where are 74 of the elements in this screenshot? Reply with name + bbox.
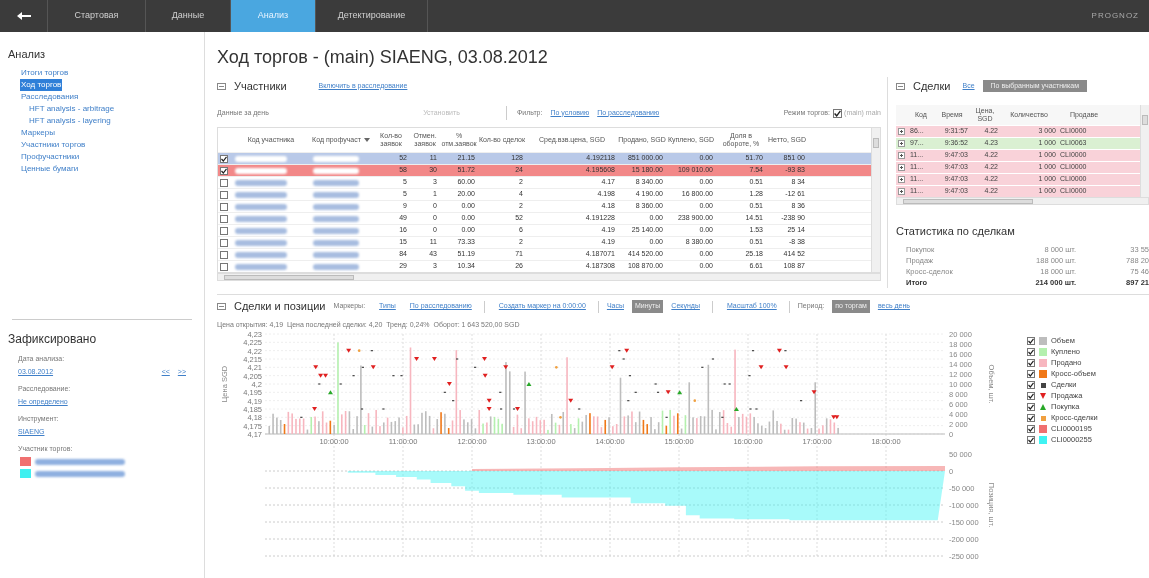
sidebar-item[interactable]: Участники торгов <box>20 138 87 151</box>
redacted-text <box>313 227 359 234</box>
page-title: Ход торгов - (main) SIAENG, 03.08.2012 <box>217 46 549 69</box>
sidebar-item[interactable]: Итоги торгов <box>20 66 70 79</box>
sidebar-item[interactable]: Ценные бумаги <box>20 162 80 175</box>
nav-tab[interactable]: Детектирование <box>316 0 428 32</box>
section-title: Статистика по сделкам <box>896 224 1016 239</box>
checkbox[interactable] <box>1027 381 1035 389</box>
redacted-text <box>235 179 287 186</box>
checkbox[interactable] <box>220 250 228 259</box>
expand-icon[interactable] <box>898 164 905 171</box>
panel-title: Сделки и позиции <box>234 299 326 315</box>
expand-icon[interactable] <box>898 152 905 159</box>
redacted-text <box>235 263 287 270</box>
redacted-text <box>313 179 359 186</box>
redacted-text <box>235 215 287 222</box>
expand-icon[interactable] <box>898 188 905 195</box>
brand-name: PROGNOZ <box>1091 10 1140 22</box>
redacted-text <box>235 155 287 162</box>
checkbox[interactable] <box>1027 337 1035 345</box>
sidebar-item[interactable]: HFT analysis - layering <box>28 114 112 127</box>
nav-tab[interactable]: Стартовая <box>48 0 146 32</box>
sidebar-item[interactable]: Расследования <box>20 90 80 103</box>
sidebar-item[interactable]: Ход торгов <box>20 78 63 91</box>
redacted-text <box>313 263 359 270</box>
checkbox[interactable] <box>1027 403 1035 411</box>
collapse-icon[interactable] <box>217 303 226 310</box>
panel-title: Участники <box>234 78 287 94</box>
checkbox[interactable] <box>1027 392 1035 400</box>
redacted-text <box>235 167 287 174</box>
checkbox[interactable] <box>1027 348 1035 356</box>
redacted-text <box>235 251 287 258</box>
checkbox[interactable] <box>220 154 228 163</box>
collapse-icon[interactable] <box>896 82 905 90</box>
scrollbar[interactable] <box>896 197 1149 205</box>
scrollbar[interactable] <box>871 128 880 272</box>
checkbox[interactable] <box>220 262 228 271</box>
redacted-text <box>313 239 359 246</box>
checkbox[interactable] <box>1027 359 1035 367</box>
redacted-text <box>313 155 359 162</box>
expand-icon[interactable] <box>898 140 905 147</box>
redacted-text <box>235 203 287 210</box>
expand-icon[interactable] <box>898 176 905 183</box>
checkbox[interactable] <box>220 226 228 235</box>
redacted-text <box>313 203 359 210</box>
redacted-text <box>313 191 359 198</box>
redacted-text <box>235 239 287 246</box>
checkbox[interactable] <box>1027 370 1035 378</box>
redacted-text <box>313 215 359 222</box>
sidebar-item[interactable]: Профучастники <box>20 150 81 163</box>
back-arrow-icon <box>16 12 31 20</box>
checkbox[interactable] <box>220 190 228 199</box>
checkbox[interactable] <box>1027 425 1035 433</box>
redacted-text <box>313 251 359 258</box>
checkbox[interactable] <box>220 238 228 247</box>
panel-title: Сделки <box>913 78 951 94</box>
collapse-icon[interactable] <box>217 82 226 90</box>
checkbox[interactable] <box>220 178 228 187</box>
redacted-text <box>235 191 287 198</box>
checkbox[interactable] <box>220 214 228 223</box>
sidebar-title: Анализ <box>8 47 47 62</box>
redacted-text <box>235 227 287 234</box>
scrollbar[interactable] <box>1140 105 1149 197</box>
checkbox[interactable] <box>833 108 843 118</box>
checkbox[interactable] <box>1027 414 1035 422</box>
checkbox[interactable] <box>220 202 228 211</box>
checkbox[interactable] <box>1027 436 1035 444</box>
sidebar-item[interactable]: HFT analysis - arbitrage <box>28 102 116 115</box>
scrollbar[interactable] <box>217 273 881 281</box>
section-title: Зафиксировано <box>8 330 98 348</box>
checkbox[interactable] <box>220 166 228 175</box>
redacted-text <box>313 167 359 174</box>
sidebar-item[interactable]: Маркеры <box>20 126 56 139</box>
expand-icon[interactable] <box>898 128 905 135</box>
